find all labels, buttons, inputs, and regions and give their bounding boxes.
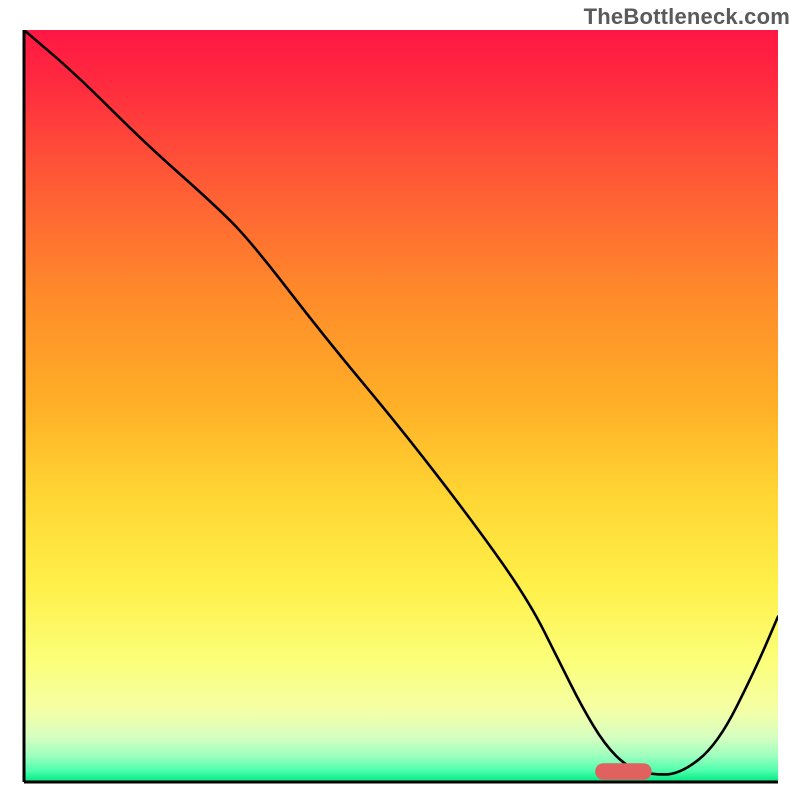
gradient-background <box>24 30 778 782</box>
bottleneck-chart <box>0 0 800 800</box>
chart-root: TheBottleneck.com <box>0 0 800 800</box>
optimal-marker <box>595 763 652 780</box>
